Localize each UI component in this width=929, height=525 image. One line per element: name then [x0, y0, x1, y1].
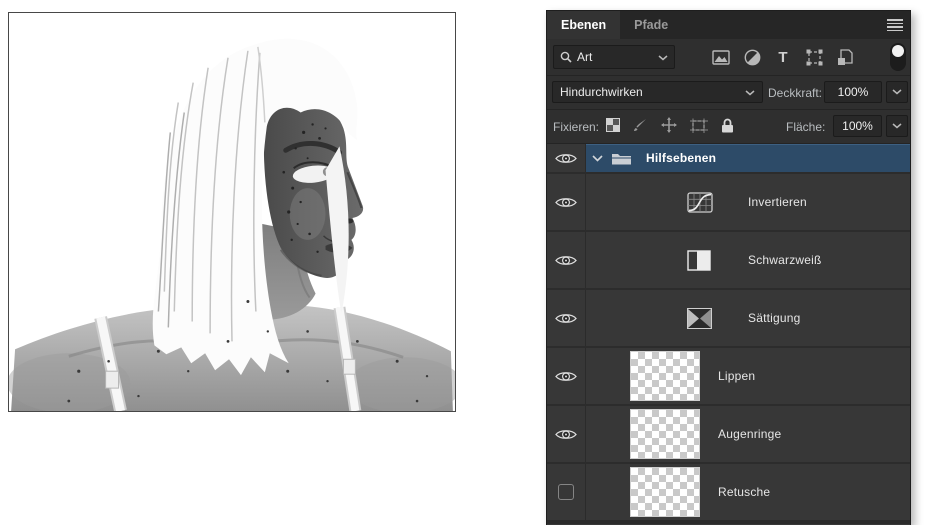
lock-label: Fixieren: — [553, 120, 599, 134]
group-expand-chevron-icon[interactable] — [592, 155, 603, 162]
blend-mode-select[interactable]: Hindurchwirken — [552, 81, 763, 103]
chevron-down-icon — [892, 89, 902, 95]
adjustment-layers-filter-icon[interactable] — [742, 49, 762, 66]
lock-pixels-icon[interactable] — [633, 118, 648, 135]
visibility-toggle[interactable] — [547, 144, 586, 172]
panel-menu-icon[interactable] — [887, 19, 903, 31]
layer-name[interactable]: Lippen — [718, 369, 755, 383]
layer-thumbnail-transparent[interactable] — [630, 351, 700, 401]
chevron-down-icon — [658, 50, 668, 64]
search-icon — [560, 51, 572, 63]
blend-mode-value: Hindurchwirken — [560, 85, 643, 99]
opacity-dropdown-button[interactable] — [886, 81, 908, 103]
layer-filter-toggle[interactable] — [890, 43, 906, 71]
lock-row: Fixieren: — [547, 110, 910, 144]
layer-row-retusche[interactable]: Retusche — [547, 464, 910, 520]
eye-icon — [555, 312, 577, 325]
hidden-eye-checkbox — [558, 484, 574, 500]
eye-icon — [555, 152, 577, 165]
opacity-value: 100% — [838, 85, 869, 99]
folder-icon — [611, 151, 632, 166]
chevron-down-icon — [892, 123, 902, 129]
layer-name[interactable]: Hilfsebenen — [646, 151, 716, 165]
portrait-illustration — [9, 13, 455, 411]
lock-position-icon[interactable] — [661, 117, 677, 136]
fill-label: Fläche: — [786, 120, 825, 134]
lock-icon-group — [606, 110, 734, 143]
layer-thumbnail-transparent[interactable] — [630, 409, 700, 459]
layer-name[interactable]: Schwarzweiß — [748, 253, 822, 267]
layer-row-invertieren[interactable]: Invertieren — [547, 174, 910, 232]
opacity-label: Deckkraft: — [768, 86, 822, 100]
lock-all-icon[interactable] — [721, 118, 734, 136]
panel-tabbar: Ebenen Pfade — [547, 11, 910, 39]
black-white-adjustment-icon[interactable] — [687, 250, 711, 271]
invert-adjustment-icon[interactable] — [687, 192, 713, 213]
shape-layers-filter-icon[interactable] — [804, 49, 824, 66]
visibility-toggle[interactable] — [547, 232, 586, 288]
fill-value: 100% — [842, 119, 873, 133]
panel-footer-strip — [547, 520, 910, 524]
lock-transparency-icon[interactable] — [606, 118, 620, 135]
visibility-toggle[interactable] — [547, 406, 586, 462]
filter-type-value: Art — [577, 50, 592, 64]
visibility-toggle[interactable] — [547, 290, 586, 346]
layer-row-augenringe[interactable]: Augenringe — [547, 406, 910, 464]
eye-icon — [555, 254, 577, 267]
layer-thumbnail-transparent[interactable] — [630, 467, 700, 517]
fill-value-field[interactable]: 100% — [833, 115, 882, 137]
visibility-toggle[interactable] — [547, 348, 586, 404]
layer-row-saettigung[interactable]: Sättigung — [547, 290, 910, 348]
layers-panel: Ebenen Pfade Art — [546, 10, 911, 525]
layer-name[interactable]: Invertieren — [748, 195, 807, 209]
chevron-down-icon — [745, 85, 755, 99]
smart-objects-filter-icon[interactable] — [835, 49, 855, 66]
blend-row: Hindurchwirken Deckkraft: 100% — [547, 76, 910, 110]
layer-name[interactable]: Augenringe — [718, 427, 781, 441]
eye-icon — [555, 428, 577, 441]
filter-icon-group: T — [711, 45, 855, 69]
tab-ebenen[interactable]: Ebenen — [547, 11, 620, 39]
tab-pfade[interactable]: Pfade — [620, 11, 682, 39]
portrait-image — [8, 12, 456, 412]
visibility-toggle[interactable] — [547, 464, 586, 520]
saturation-adjustment-icon[interactable] — [687, 308, 712, 329]
panel-header: Art T — [547, 39, 910, 144]
opacity-value-field[interactable]: 100% — [824, 81, 882, 103]
type-layers-filter-icon[interactable]: T — [773, 49, 793, 66]
layer-row-schwarzweiss[interactable]: Schwarzweiß — [547, 232, 910, 290]
layer-filter-type-select[interactable]: Art — [553, 45, 675, 69]
filter-row: Art T — [547, 39, 910, 76]
eye-icon — [555, 370, 577, 383]
layer-list: Hilfsebenen Invert — [547, 144, 910, 524]
layer-row-lippen[interactable]: Lippen — [547, 348, 910, 406]
fill-dropdown-button[interactable] — [886, 115, 908, 137]
pixel-layers-filter-icon[interactable] — [711, 50, 731, 65]
layer-name[interactable]: Sättigung — [748, 311, 801, 325]
layer-row-hilfsebenen[interactable]: Hilfsebenen — [547, 144, 910, 174]
lock-artboard-icon[interactable] — [690, 118, 708, 136]
eye-icon — [555, 196, 577, 209]
visibility-toggle[interactable] — [547, 174, 586, 230]
layer-name[interactable]: Retusche — [718, 485, 770, 499]
